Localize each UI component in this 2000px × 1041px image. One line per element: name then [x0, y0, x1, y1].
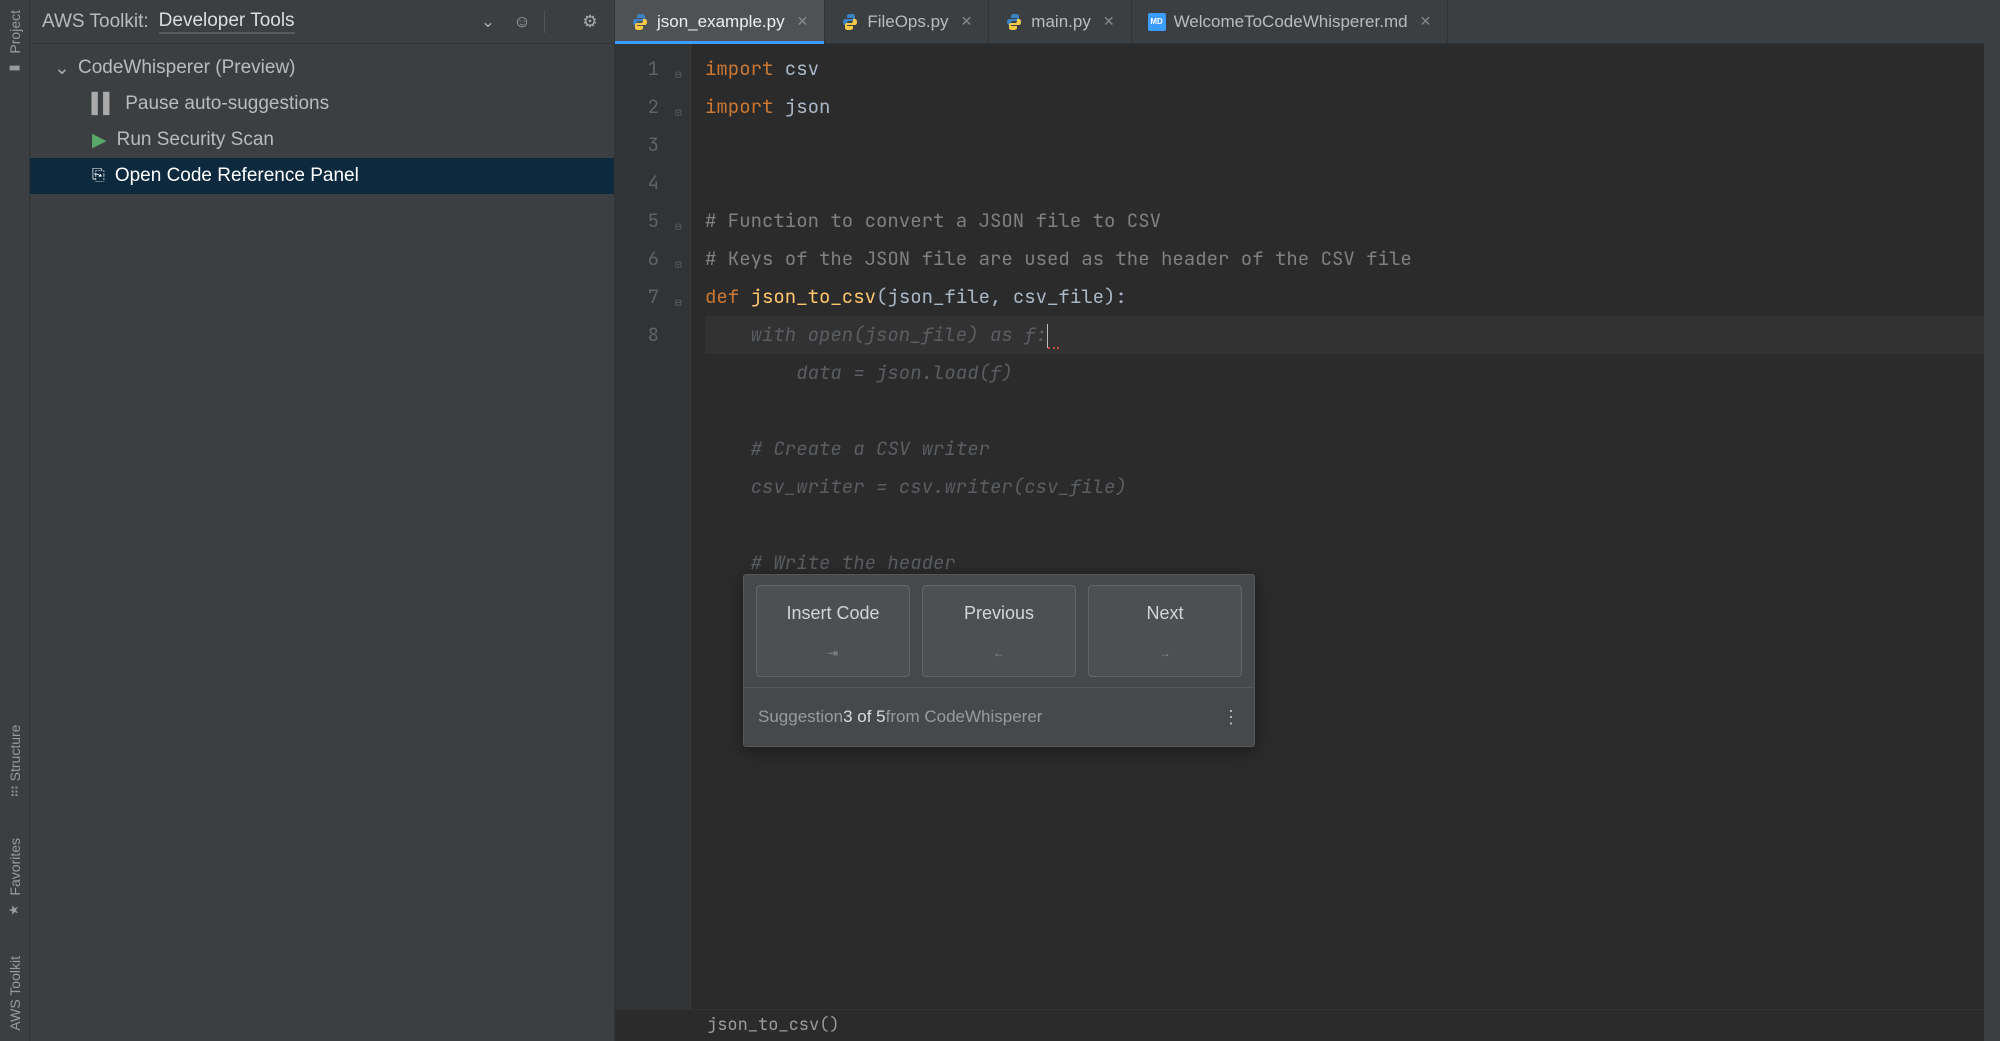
footer-text: Suggestion [758, 698, 843, 736]
rail-structure[interactable]: ⠿ Structure [5, 719, 25, 803]
line-number: 4 [623, 164, 659, 202]
button-label: Insert Code [786, 603, 879, 623]
tab-bar: json_example.py ✕ FileOps.py ✕ main.py ✕… [615, 0, 1984, 44]
error-squiggle [1048, 322, 1059, 349]
tree-root[interactable]: ⌄ CodeWhisperer (Preview) [30, 50, 614, 86]
sidebar-subtitle[interactable]: Developer Tools [159, 10, 295, 34]
rail-favorites[interactable]: ★ Favorites [5, 832, 25, 923]
code-token: import [705, 94, 773, 119]
code-comment: # Keys of the JSON file are used as the … [705, 246, 1412, 271]
play-icon: ▶ [92, 129, 107, 152]
line-number: 7 [623, 278, 659, 316]
button-shortcut: → [1095, 634, 1235, 672]
rail-label: Favorites [7, 838, 23, 896]
button-shortcut: ⇥ [763, 634, 903, 672]
footer-count: 3 of 5 [843, 698, 886, 736]
gear-icon[interactable]: ⚙ [578, 12, 602, 32]
insert-code-button[interactable]: Insert Code ⇥ [756, 585, 910, 677]
tab-fileops[interactable]: FileOps.py ✕ [825, 0, 989, 43]
tab-main[interactable]: main.py ✕ [989, 0, 1131, 43]
more-icon[interactable]: ⋮ [1222, 698, 1240, 736]
chevron-down-icon: ⌄ [54, 57, 68, 80]
fold-column: ⊟ ⊡ ⊟ ⊡ ⊟ [673, 44, 691, 1009]
tree-label: CodeWhisperer (Preview) [78, 57, 296, 79]
smiley-icon[interactable]: ☺ [510, 12, 534, 32]
left-rail: ▮ Project ⠿ Structure ★ Favorites AWS To… [0, 0, 30, 1041]
fold-icon[interactable]: ⊟ [675, 284, 682, 322]
tab-json-example[interactable]: json_example.py ✕ [615, 0, 825, 43]
tree-label: Pause auto-suggestions [125, 93, 329, 115]
code-comment: # Function to convert a JSON file to CSV [705, 208, 1161, 233]
button-shortcut: ← [929, 634, 1069, 672]
tree-pause-suggestions[interactable]: ▍▍ Pause auto-suggestions [30, 86, 614, 122]
tree-code-reference[interactable]: ⎘ Open Code Reference Panel [30, 158, 614, 194]
close-icon[interactable]: ✕ [797, 13, 809, 30]
rail-project[interactable]: ▮ Project [5, 4, 25, 81]
sidebar-tree: ⌄ CodeWhisperer (Preview) ▍▍ Pause auto-… [30, 44, 614, 200]
popup-footer: Suggestion 3 of 5 from CodeWhisperer ⋮ [744, 687, 1254, 746]
code-suggestion: # Write the header [705, 550, 956, 575]
suggestion-popup: Insert Code ⇥ Previous ← Next → [743, 574, 1255, 747]
tab-welcome-md[interactable]: MD WelcomeToCodeWhisperer.md ✕ [1132, 0, 1449, 43]
line-number: 8 [623, 316, 659, 354]
code-suggestion: # Create a CSV writer [705, 436, 990, 461]
tab-label: json_example.py [657, 12, 785, 32]
breadcrumb[interactable]: json_to_csv() [615, 1009, 1984, 1041]
code-token: (json_file, csv_file): [876, 284, 1127, 309]
code-area[interactable]: import csv import json # Function to con… [691, 44, 1984, 1009]
rail-label: AWS Toolkit [7, 956, 23, 1031]
fold-icon[interactable]: ⊟ [675, 208, 682, 246]
markdown-icon: MD [1148, 13, 1166, 31]
close-icon[interactable]: ✕ [961, 13, 973, 30]
star-icon: ★ [7, 901, 22, 916]
code-token: def [705, 284, 751, 309]
tab-label: WelcomeToCodeWhisperer.md [1174, 12, 1408, 32]
tree-label: Run Security Scan [117, 129, 274, 151]
close-icon[interactable]: ✕ [1420, 13, 1432, 30]
button-label: Next [1146, 603, 1183, 623]
editor[interactable]: 1 2 3 4 5 6 7 8 ⊟ ⊡ ⊟ ⊡ ⊟ import csv imp… [615, 44, 1984, 1009]
reference-icon: ⎘ [92, 167, 105, 185]
chevron-down-icon[interactable]: ⌄ [476, 12, 500, 32]
pause-icon: ▍▍ [92, 93, 115, 116]
fold-icon[interactable]: ⊡ [675, 246, 682, 284]
code-token: json_to_csv [751, 284, 876, 309]
rail-label: Structure [7, 725, 23, 782]
structure-icon: ⠿ [10, 785, 20, 800]
fold-icon[interactable]: ⊟ [675, 56, 682, 94]
close-icon[interactable]: ✕ [1103, 13, 1115, 30]
sidebar-title: AWS Toolkit: [42, 11, 149, 33]
footer-text: from CodeWhisperer [886, 698, 1043, 736]
code-token: import [705, 56, 773, 81]
fold-icon[interactable]: ⊡ [675, 94, 682, 132]
python-icon [1005, 13, 1023, 31]
line-number: 2 [623, 88, 659, 126]
sidebar-header: AWS Toolkit: Developer Tools ⌄ ☺ ⚙ [30, 0, 614, 44]
python-icon [631, 13, 649, 31]
main: json_example.py ✕ FileOps.py ✕ main.py ✕… [615, 0, 1984, 1041]
code-suggestion: data = json.load(f) [705, 360, 1013, 385]
previous-button[interactable]: Previous ← [922, 585, 1076, 677]
code-suggestion: with open(json_file) as f: [705, 322, 1047, 347]
python-icon [841, 13, 859, 31]
line-number: 3 [623, 126, 659, 164]
line-number: 5 [623, 202, 659, 240]
tab-label: FileOps.py [867, 12, 948, 32]
code-suggestion: csv_writer = csv.writer(csv_file) [705, 474, 1127, 499]
rail-aws-toolkit[interactable]: AWS Toolkit [5, 950, 25, 1037]
tab-label: main.py [1031, 12, 1091, 32]
folder-icon: ▮ [7, 60, 22, 75]
scrollbar[interactable] [1984, 0, 2000, 1041]
line-number: 1 [623, 50, 659, 88]
line-number: 6 [623, 240, 659, 278]
rail-label: Project [7, 10, 23, 54]
tree-security-scan[interactable]: ▶ Run Security Scan [30, 122, 614, 158]
tree-label: Open Code Reference Panel [115, 165, 359, 187]
button-label: Previous [964, 603, 1034, 623]
code-token: json [773, 94, 830, 119]
code-token: csv [773, 56, 819, 81]
sidebar: AWS Toolkit: Developer Tools ⌄ ☺ ⚙ ⌄ Cod… [30, 0, 615, 1041]
next-button[interactable]: Next → [1088, 585, 1242, 677]
gutter: 1 2 3 4 5 6 7 8 [615, 44, 673, 1009]
